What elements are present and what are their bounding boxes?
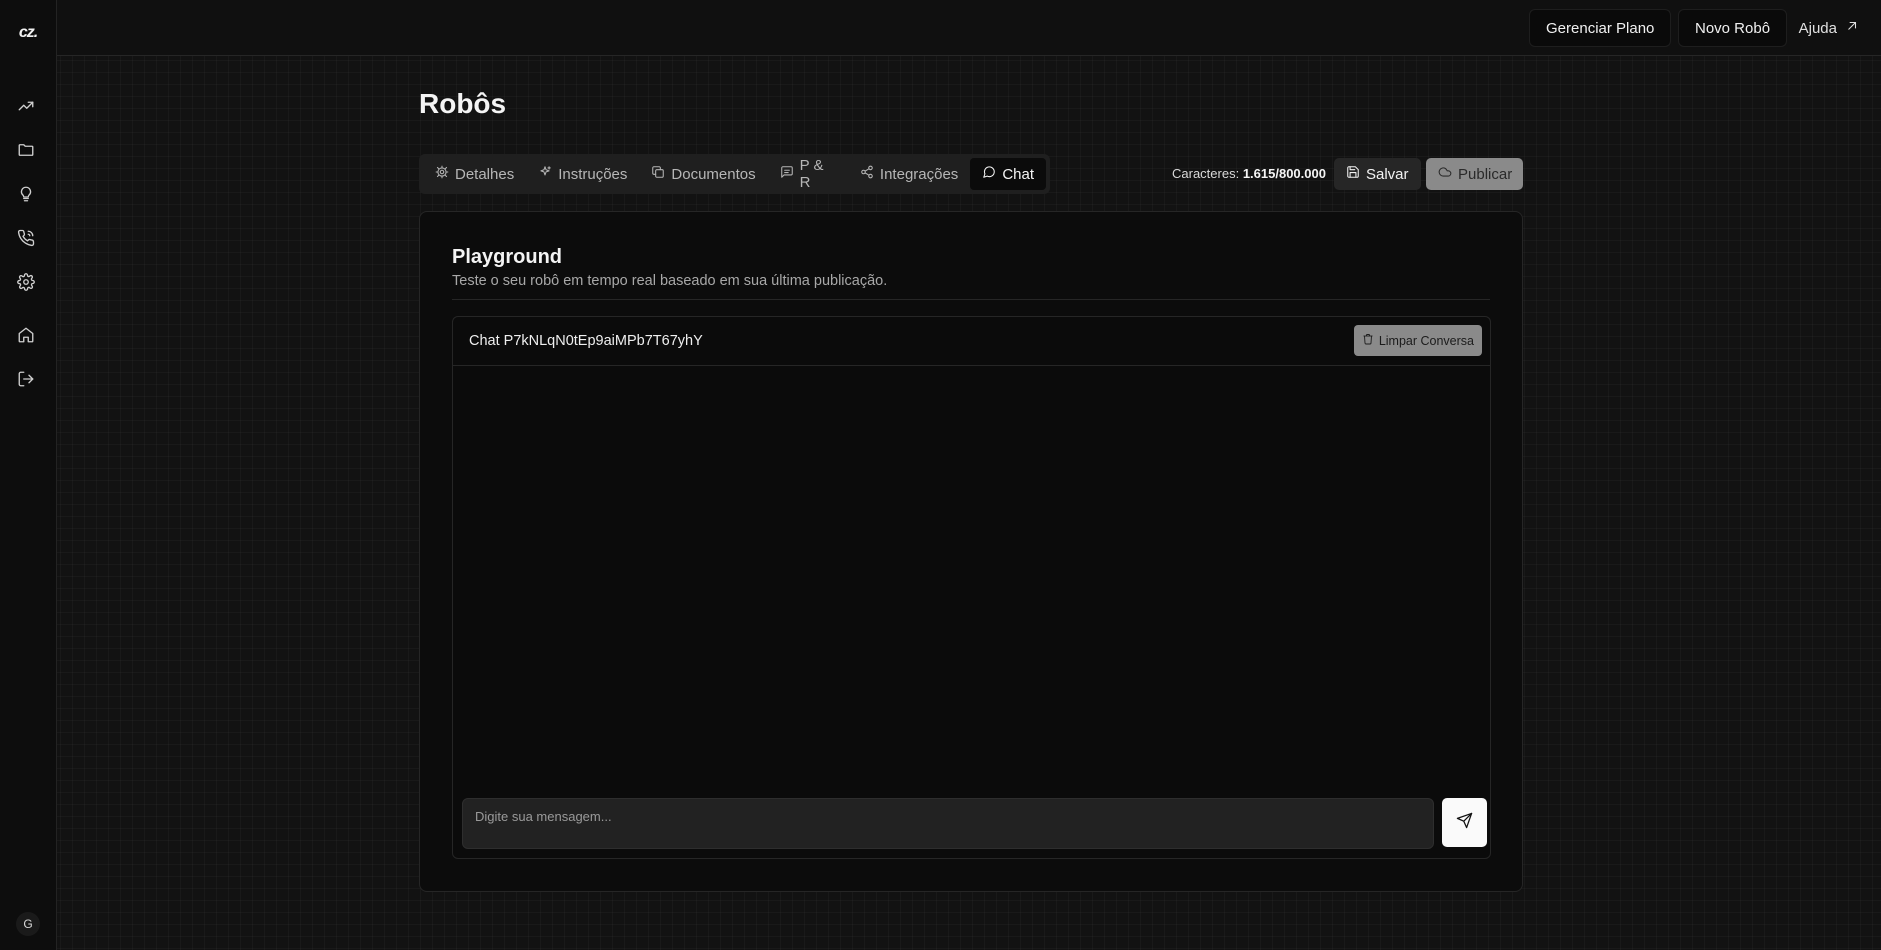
folder-icon[interactable] xyxy=(14,138,38,162)
playground-title: Playground xyxy=(452,246,563,268)
gear-icon[interactable] xyxy=(14,270,38,294)
publish-button[interactable]: Publicar xyxy=(1426,158,1523,190)
tab-label: Documentos xyxy=(671,165,756,183)
tab-integracoes[interactable]: Integrações xyxy=(848,158,970,190)
gear-icon xyxy=(435,165,449,183)
help-link[interactable]: Ajuda xyxy=(1799,9,1859,47)
save-button[interactable]: Salvar xyxy=(1334,158,1421,190)
page-title: Robôs xyxy=(419,88,507,119)
character-counter-value: 1.615/800.000 xyxy=(1242,166,1326,181)
sidebar: cz. G xyxy=(0,0,57,950)
topbar: Gerenciar Plano Novo Robô Ajuda xyxy=(57,0,1881,56)
tab-label: Chat xyxy=(1002,165,1034,183)
share-icon xyxy=(860,165,874,183)
playground-subtitle: Teste o seu robô em tempo real baseado e… xyxy=(452,273,888,289)
tab-label: P & R xyxy=(799,157,824,191)
tab-label: Detalhes xyxy=(455,165,515,183)
arrow-up-right-icon xyxy=(1845,19,1859,37)
copy-icon xyxy=(651,165,665,183)
message-input[interactable] xyxy=(462,798,1434,849)
logout-icon[interactable] xyxy=(14,367,38,391)
lightbulb-icon[interactable] xyxy=(14,182,38,206)
tab-perguntas-respostas[interactable]: P & R xyxy=(768,157,848,191)
publish-button-label: Publicar xyxy=(1458,165,1513,183)
tab-instrucoes[interactable]: Instruções xyxy=(526,158,639,190)
manage-plan-button[interactable]: Gerenciar Plano xyxy=(1529,9,1672,47)
avatar[interactable]: G xyxy=(16,912,40,936)
sparkles-icon xyxy=(538,165,552,183)
tab-label: Integrações xyxy=(879,165,959,183)
trash-icon xyxy=(1362,333,1374,348)
chat-panel: Chat P7kNLqN0tEp9aiMPb7T67yhY Limpar Con… xyxy=(452,316,1491,859)
chat-id: Chat P7kNLqN0tEp9aiMPb7T67yhY xyxy=(469,333,703,349)
clear-conversation-label: Limpar Conversa xyxy=(1378,333,1474,348)
tab-label: Instruções xyxy=(558,165,628,183)
send-button[interactable] xyxy=(1442,798,1487,847)
tab-detalhes[interactable]: Detalhes xyxy=(423,158,526,190)
trending-up-icon[interactable] xyxy=(14,94,38,118)
new-robot-button[interactable]: Novo Robô xyxy=(1678,9,1788,47)
help-link-label: Ajuda xyxy=(1798,19,1837,37)
chat-header: Chat P7kNLqN0tEp9aiMPb7T67yhY Limpar Con… xyxy=(453,317,1490,366)
save-icon xyxy=(1346,165,1360,183)
robot-tabs: Detalhes Instruções Documentos P & R Int… xyxy=(419,154,1050,194)
save-button-label: Salvar xyxy=(1366,165,1409,183)
clear-conversation-button[interactable]: Limpar Conversa xyxy=(1353,325,1482,356)
message-area xyxy=(453,366,1490,796)
message-square-icon xyxy=(780,165,794,183)
character-counter-label: Caracteres: xyxy=(1172,166,1240,181)
playground-card: Playground Teste o seu robô em tempo rea… xyxy=(419,211,1523,892)
tab-chat[interactable]: Chat xyxy=(970,158,1046,190)
cloud-icon xyxy=(1438,165,1452,183)
app-logo[interactable]: cz. xyxy=(0,24,56,42)
send-icon xyxy=(1456,812,1473,834)
home-icon[interactable] xyxy=(14,323,38,347)
tab-documentos[interactable]: Documentos xyxy=(639,158,767,190)
divider xyxy=(452,299,1490,300)
character-counter: Caracteres: 1.615/800.000 xyxy=(1172,166,1326,181)
phone-icon[interactable] xyxy=(14,226,38,250)
message-circle-icon xyxy=(982,165,996,183)
